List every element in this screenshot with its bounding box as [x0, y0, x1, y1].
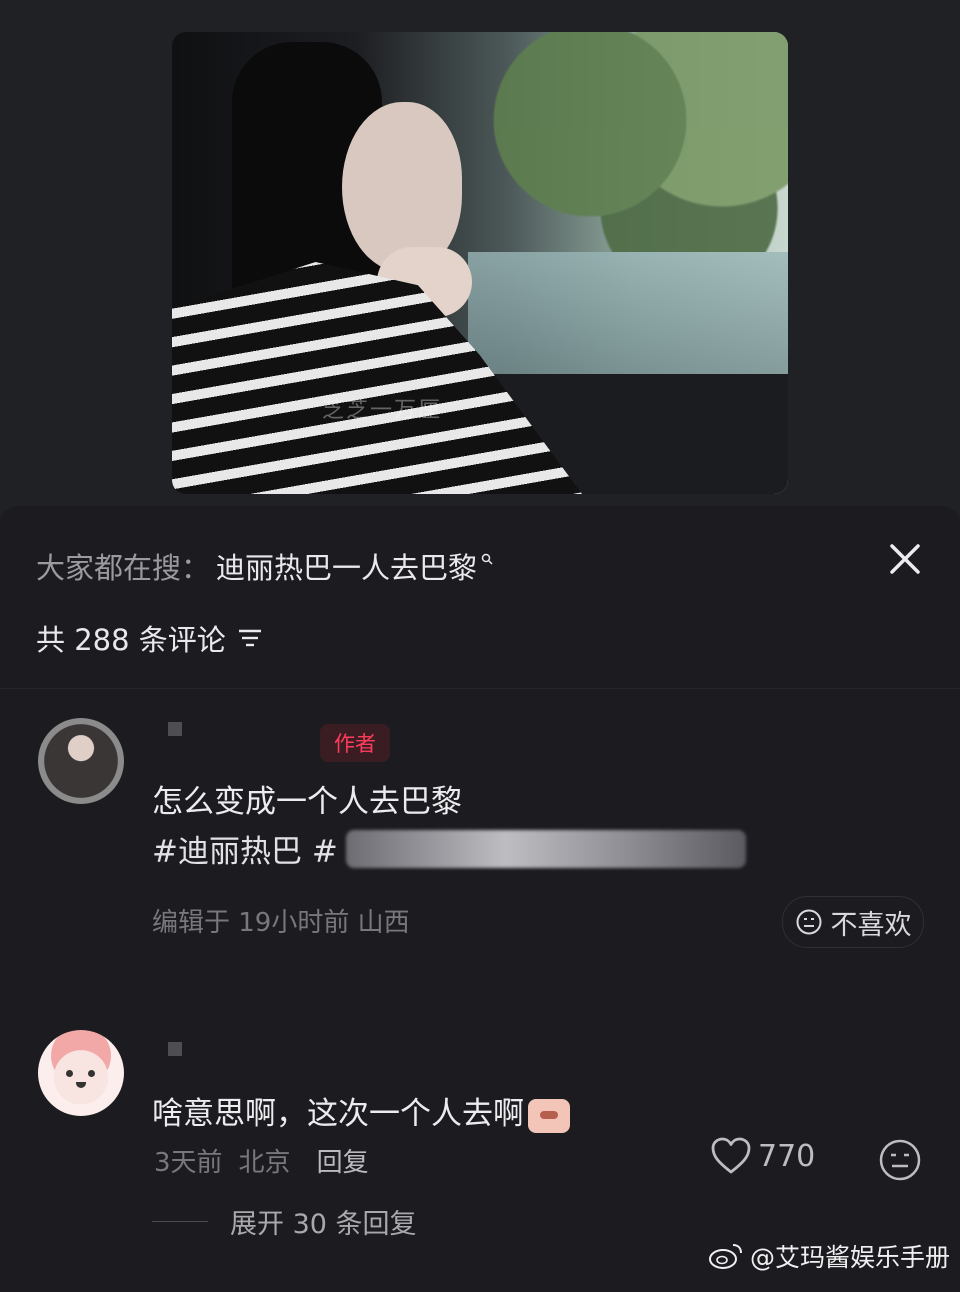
avatar-eye-left: [66, 1070, 73, 1077]
comment-text-row: 啥意思啊，这次一个人去啊: [152, 1088, 570, 1133]
dislike-label: 不喜欢: [830, 909, 912, 941]
comment-time: 3天前: [154, 1148, 223, 1178]
search-mini-icon: [481, 553, 493, 565]
expand-replies-label: 展开 30 条回复: [230, 1209, 417, 1240]
author-avatar[interactable]: [38, 718, 124, 804]
comment-meta: 编辑于 19小时前 山西: [152, 902, 410, 939]
avatar-mouth: [76, 1082, 86, 1088]
comment-meta: 3天前 北京 回复: [154, 1142, 369, 1179]
sticker-icon: [528, 1098, 570, 1133]
hashtag-text[interactable]: #迪丽热巴 #: [152, 826, 338, 871]
comment-hashtags[interactable]: #迪丽热巴 #: [152, 826, 746, 871]
trending-search[interactable]: 大家都在搜： 迪丽热巴一人去巴黎: [36, 544, 493, 588]
username-redacted: [168, 722, 182, 736]
dislike-face-icon: [796, 909, 821, 935]
comment-text: 啥意思啊，这次一个人去啊: [152, 1096, 524, 1132]
comment-count[interactable]: 共 288 条评论: [36, 616, 264, 660]
background-trees: [458, 32, 788, 252]
sort-icon[interactable]: [236, 624, 264, 652]
redacted-hashtag: [345, 829, 746, 868]
search-keyword[interactable]: 迪丽热巴一人去巴黎: [216, 545, 477, 587]
dislike-button[interactable]: 不喜欢: [782, 896, 924, 948]
comment-count-label: 共 288 条评论: [36, 623, 226, 657]
expand-replies[interactable]: 展开 30 条回复: [152, 1202, 417, 1241]
comment-text: 怎么变成一个人去巴黎: [152, 784, 462, 820]
like-count: 770: [758, 1138, 816, 1174]
video-watermark: 芝芝一万厘: [322, 398, 443, 423]
header-divider: [0, 688, 960, 689]
video-frame[interactable]: 芝芝一万厘: [172, 32, 788, 494]
search-prefix: 大家都在搜：: [36, 551, 211, 585]
like-button[interactable]: 770: [710, 1136, 815, 1176]
weibo-watermark: @艾玛酱娱乐手册: [708, 1238, 950, 1274]
user-avatar[interactable]: [38, 1030, 124, 1116]
username-redacted: [168, 1042, 182, 1056]
reply-button[interactable]: 回复: [317, 1142, 369, 1179]
author-badge: 作者: [320, 724, 390, 762]
comment-location: 北京: [238, 1148, 291, 1178]
person-face: [342, 102, 462, 272]
weibo-logo-icon: [708, 1244, 742, 1269]
video-area: 芝芝一万厘: [0, 0, 960, 520]
avatar-eye-right: [88, 1070, 95, 1077]
heart-icon: [711, 1137, 751, 1174]
expand-divider: [152, 1221, 208, 1222]
comment-meta-text: 编辑于 19小时前 山西: [152, 908, 410, 938]
neutral-face-icon[interactable]: [878, 1138, 922, 1182]
close-icon[interactable]: [884, 538, 926, 580]
weibo-handle: @艾玛酱娱乐手册: [749, 1243, 950, 1272]
